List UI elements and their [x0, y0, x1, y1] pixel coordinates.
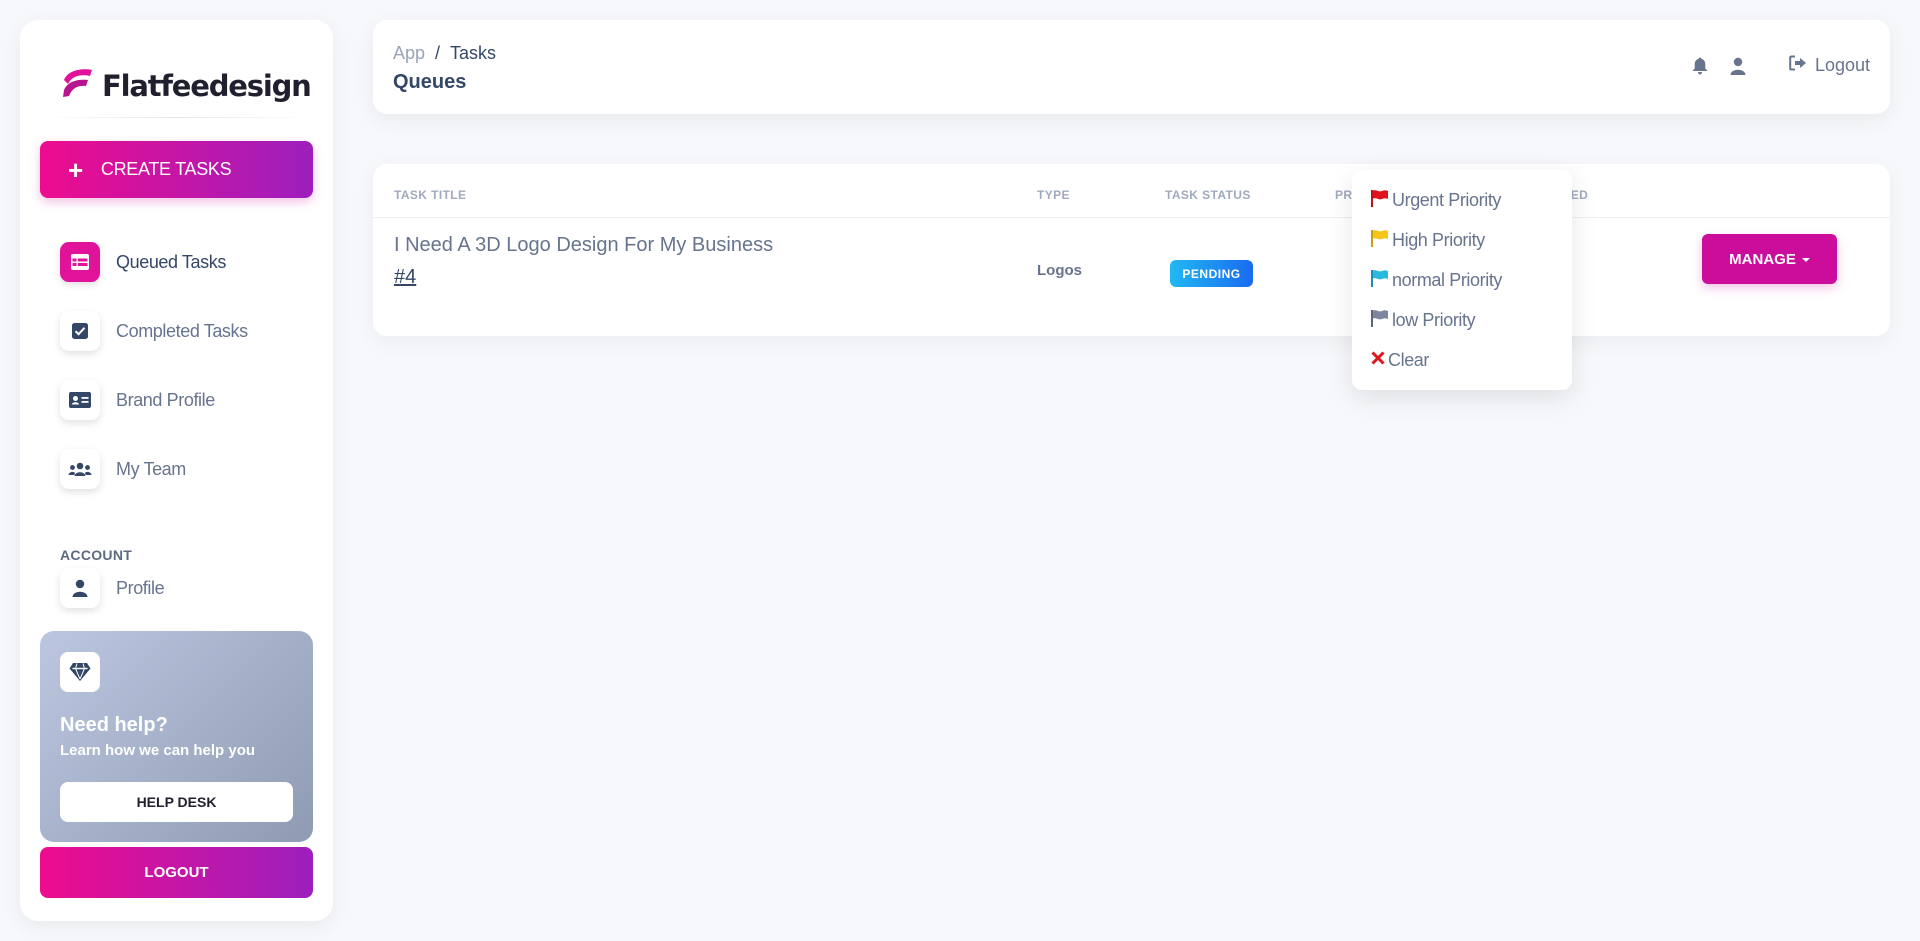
header-logout-link[interactable]: Logout	[1789, 55, 1870, 76]
flag-icon	[1370, 189, 1390, 212]
sidebar-item-brand-profile[interactable]: Brand Profile	[60, 379, 215, 421]
column-header-task-status: TASK STATUS	[1165, 188, 1251, 202]
sidebar-item-label: Queued Tasks	[116, 251, 226, 272]
diamond-icon	[60, 652, 100, 692]
priority-option-label: Urgent Priority	[1392, 189, 1502, 210]
header-logout-label: Logout	[1814, 55, 1870, 75]
priority-option-high[interactable]: High Priority	[1370, 225, 1485, 255]
manage-button[interactable]: MANAGE	[1702, 234, 1837, 284]
account-section-label: ACCOUNT	[60, 547, 133, 563]
priority-option-urgent[interactable]: Urgent Priority	[1370, 185, 1501, 215]
priority-option-low[interactable]: low Priority	[1370, 305, 1476, 335]
breadcrumb: App / Tasks	[393, 43, 496, 64]
priority-option-label: low Priority	[1392, 309, 1476, 330]
create-tasks-label: CREATE TASKS	[100, 159, 232, 179]
sidebar-logout-button[interactable]: LOGOUT	[40, 847, 313, 898]
task-id-link[interactable]: #4	[394, 266, 416, 289]
column-header-type: TYPE	[1037, 188, 1070, 202]
user-icon[interactable]	[1729, 56, 1747, 76]
task-type: Logos	[1037, 262, 1082, 279]
sidebar-item-profile[interactable]: Profile	[60, 567, 165, 609]
check-square-icon	[60, 311, 100, 351]
table-icon	[60, 242, 100, 282]
task-title: I Need A 3D Logo Design For My Business	[394, 234, 774, 256]
sidebar-item-label: Completed Tasks	[116, 320, 248, 341]
divider	[42, 117, 311, 118]
help-title: Need help?	[60, 714, 168, 736]
help-card: Need help? Learn how we can help you HEL…	[40, 631, 313, 842]
user-icon	[60, 568, 100, 608]
priority-option-label: normal Priority	[1392, 269, 1503, 290]
create-tasks-button[interactable]: + CREATE TASKS	[40, 141, 313, 198]
breadcrumb-app[interactable]: App	[393, 43, 425, 64]
breadcrumb-tasks: Tasks	[450, 43, 497, 63]
sidebar-item-label: Profile	[116, 577, 165, 598]
help-subtitle: Learn how we can help you	[60, 742, 256, 759]
brand-name: Flatfeedesign	[102, 68, 312, 103]
brand-logo[interactable]: Flatfeedesign	[60, 66, 312, 105]
caret-down-icon	[1801, 258, 1810, 262]
users-icon	[60, 449, 100, 489]
help-desk-button[interactable]: HELP DESK	[60, 782, 293, 822]
flag-icon	[1370, 309, 1390, 332]
top-navbar: App / Tasks Queues Logout	[373, 20, 1890, 114]
table-divider	[373, 217, 1890, 218]
header-actions: Logout	[1691, 55, 1870, 76]
sidebar-item-my-team[interactable]: My Team	[60, 448, 186, 490]
column-header-task-title: TASK TITLE	[394, 188, 467, 202]
bell-icon[interactable]	[1691, 56, 1709, 76]
priority-option-label: Clear	[1388, 349, 1430, 370]
priority-dropdown: Urgent Priority High Priority normal Pri…	[1352, 170, 1572, 390]
id-card-icon	[60, 380, 100, 420]
sidebar-item-label: My Team	[116, 458, 186, 479]
priority-option-label: High Priority	[1392, 229, 1485, 250]
sidebar-item-completed-tasks[interactable]: Completed Tasks	[60, 310, 248, 352]
tasks-table: TASK TITLE TYPE TASK STATUS PR TED I Nee…	[373, 164, 1890, 336]
x-icon	[1370, 350, 1386, 371]
sign-out-icon	[1789, 55, 1807, 76]
flag-icon	[1370, 269, 1390, 292]
plus-icon: +	[68, 154, 83, 185]
priority-option-clear[interactable]: Clear	[1370, 345, 1429, 375]
priority-option-normal[interactable]: normal Priority	[1370, 265, 1502, 295]
sidebar-item-label: Brand Profile	[116, 389, 215, 410]
column-header-priority: PR	[1335, 188, 1353, 202]
status-badge: PENDING	[1170, 260, 1253, 287]
brand-mark-icon	[60, 66, 94, 105]
page-title: Queues	[393, 71, 467, 93]
flag-icon	[1370, 229, 1390, 252]
sidebar-item-queued-tasks[interactable]: Queued Tasks	[60, 241, 226, 283]
sidebar: Flatfeedesign + CREATE TASKS Queued Task…	[20, 20, 333, 921]
breadcrumb-separator: /	[435, 43, 441, 63]
manage-label: MANAGE	[1729, 250, 1796, 268]
